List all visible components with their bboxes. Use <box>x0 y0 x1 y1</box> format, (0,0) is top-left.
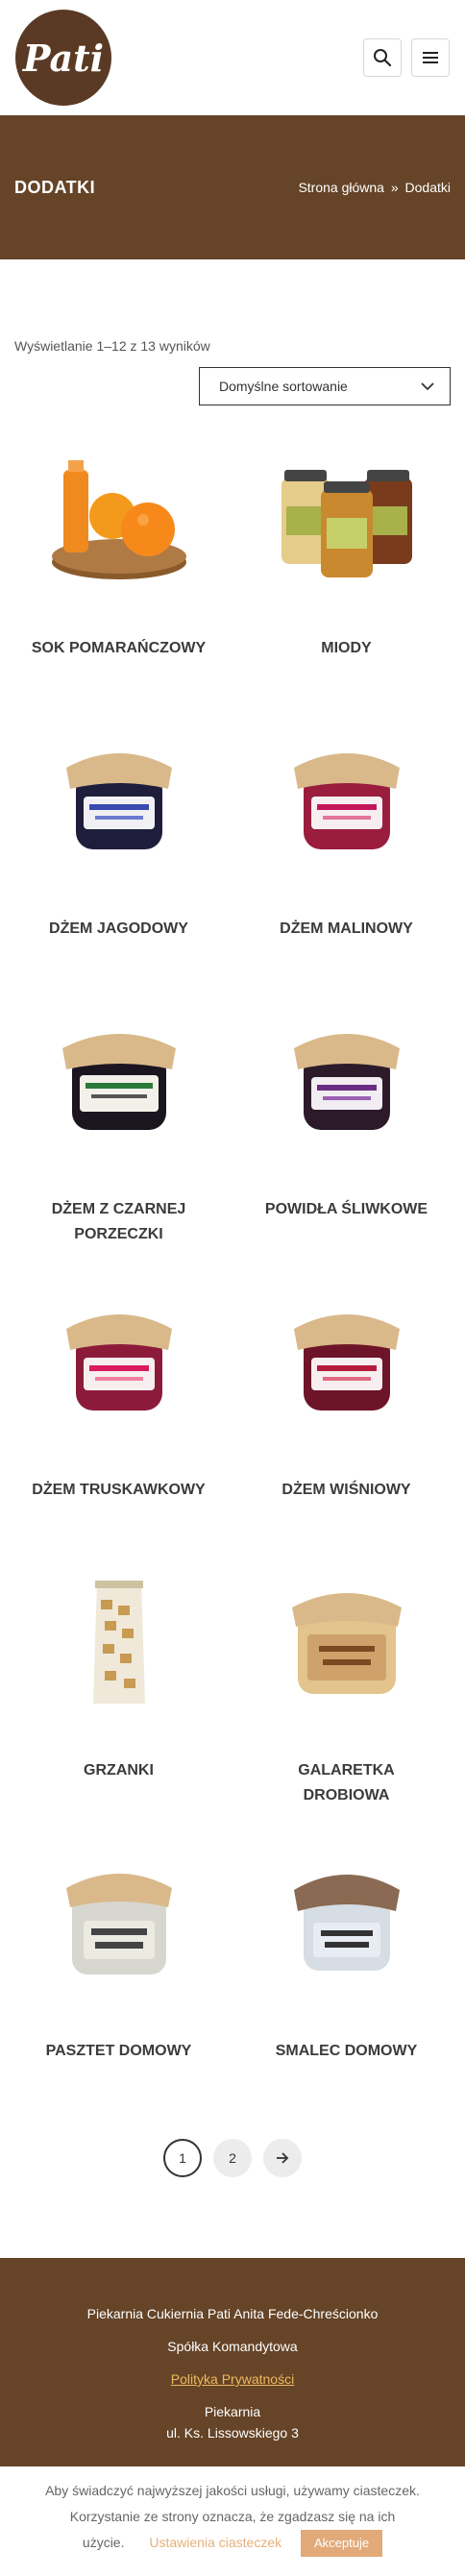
product-card[interactable]: DŻEM WIŚNIOWY <box>237 1286 455 1528</box>
logo[interactable]: Pati <box>15 10 111 106</box>
cookie-text-line3: użycie. <box>82 2535 125 2550</box>
page-2-button[interactable]: 2 <box>213 2139 252 2177</box>
product-title[interactable]: DŻEM Z CZARNEJ PORZECZKI <box>10 1197 228 1247</box>
results-bar: Wyświetlanie 1–12 z 13 wyników Domyślne … <box>0 259 465 405</box>
product-image-honey[interactable] <box>260 444 433 598</box>
footer-address: ul. Ks. Lissowskiego 3 <box>166 2425 299 2441</box>
chevron-down-icon <box>421 381 434 390</box>
cookie-text-line2: Korzystanie ze strony oznacza, że zgadza… <box>69 2509 396 2524</box>
menu-button[interactable] <box>411 38 450 77</box>
breadcrumb-current: Dodatki <box>404 180 451 195</box>
product-title[interactable]: MIODY <box>302 636 390 661</box>
search-icon <box>374 49 392 67</box>
product-title[interactable]: DŻEM JAGODOWY <box>30 917 208 942</box>
breadcrumb-home[interactable]: Strona główna <box>298 180 384 195</box>
product-card[interactable]: GRZANKI <box>10 1566 228 1808</box>
product-title[interactable]: SMALEC DOMOWY <box>257 2039 437 2064</box>
privacy-policy-link[interactable]: Polityka Prywatności <box>171 2371 294 2387</box>
hamburger-menu-icon <box>423 52 438 63</box>
product-image-orange-juice[interactable] <box>33 444 206 598</box>
product-image-jar-raspberry[interactable] <box>260 724 433 878</box>
product-title[interactable]: POWIDŁA ŚLIWKOWE <box>246 1197 447 1222</box>
product-image-jar-cherry[interactable] <box>260 1286 433 1439</box>
product-image-jar-plum[interactable] <box>260 1005 433 1159</box>
product-title[interactable]: DŻEM WIŚNIOWY <box>262 1478 429 1503</box>
product-card[interactable]: DŻEM TRUSKAWKOWY <box>10 1286 228 1528</box>
cookie-settings-link[interactable]: Ustawienia ciasteczek <box>149 2535 281 2550</box>
header-actions <box>363 38 450 77</box>
product-card[interactable]: SMALEC DOMOWY <box>237 1847 455 2089</box>
product-title[interactable]: SOK POMARAŃCZOWY <box>12 636 225 661</box>
pagination: 1 2 <box>0 2139 465 2177</box>
product-card[interactable]: MIODY <box>237 444 455 686</box>
breadcrumb-separator: » <box>390 180 399 195</box>
product-card[interactable]: DŻEM MALINOWY <box>237 724 455 967</box>
site-header: Pati <box>0 0 465 115</box>
breadcrumb: Strona główna » Dodatki <box>298 180 451 195</box>
product-card[interactable]: DŻEM JAGODOWY <box>10 724 228 967</box>
product-title[interactable]: DŻEM TRUSKAWKOWY <box>12 1478 224 1503</box>
product-image-croutons[interactable] <box>33 1566 206 1720</box>
product-card[interactable]: SOK POMARAŃCZOWY <box>10 444 228 686</box>
product-card[interactable]: DŻEM Z CZARNEJ PORZECZKI <box>10 1005 228 1247</box>
product-title[interactable]: PASZTET DOMOWY <box>27 2039 211 2064</box>
cookie-text-line1: Aby świadczyć najwyższej jakości usługi,… <box>45 2483 420 2498</box>
product-image-jar-lard[interactable] <box>260 1847 433 2000</box>
product-grid: SOK POMARAŃCZOWY MIODY DŻEM JAGODOWY DŻE… <box>0 405 465 2089</box>
product-card[interactable]: POWIDŁA ŚLIWKOWE <box>237 1005 455 1247</box>
product-image-jar-pate[interactable] <box>33 1847 206 2000</box>
footer-company: Piekarnia Cukiernia Pati Anita Fede-Chre… <box>86 2306 379 2321</box>
product-card[interactable]: GALARETKA DROBIOWA <box>237 1566 455 1808</box>
cookie-accept-button[interactable]: Akceptuje <box>301 2530 383 2557</box>
page-title: DODATKI <box>14 177 96 197</box>
page-1-button[interactable]: 1 <box>163 2139 202 2177</box>
footer-company-type: Spółka Komandytowa <box>167 2339 298 2354</box>
product-card[interactable]: PASZTET DOMOWY <box>10 1847 228 2089</box>
product-image-jar-jelly[interactable] <box>260 1566 433 1720</box>
result-count: Wyświetlanie 1–12 z 13 wyników <box>14 338 210 354</box>
search-button[interactable] <box>363 38 402 77</box>
sort-select[interactable]: Domyślne sortowanie <box>199 367 451 405</box>
product-title[interactable]: DŻEM MALINOWY <box>260 917 432 942</box>
product-title[interactable]: GRZANKI <box>64 1758 173 1783</box>
product-image-jar-strawberry[interactable] <box>33 1286 206 1439</box>
sort-select-value: Domyślne sortowanie <box>219 379 348 394</box>
footer-bakery-label: Piekarnia <box>204 2404 261 2419</box>
arrow-right-icon <box>277 2152 289 2164</box>
cookie-banner: Aby świadczyć najwyższej jakości usługi,… <box>0 2466 465 2576</box>
product-image-jar-blue[interactable] <box>33 724 206 878</box>
page-banner: DODATKI Strona główna » Dodatki <box>0 115 465 259</box>
product-image-jar-dark[interactable] <box>33 1005 206 1159</box>
next-page-button[interactable] <box>263 2139 302 2177</box>
product-title[interactable]: GALARETKA DROBIOWA <box>237 1758 455 1808</box>
